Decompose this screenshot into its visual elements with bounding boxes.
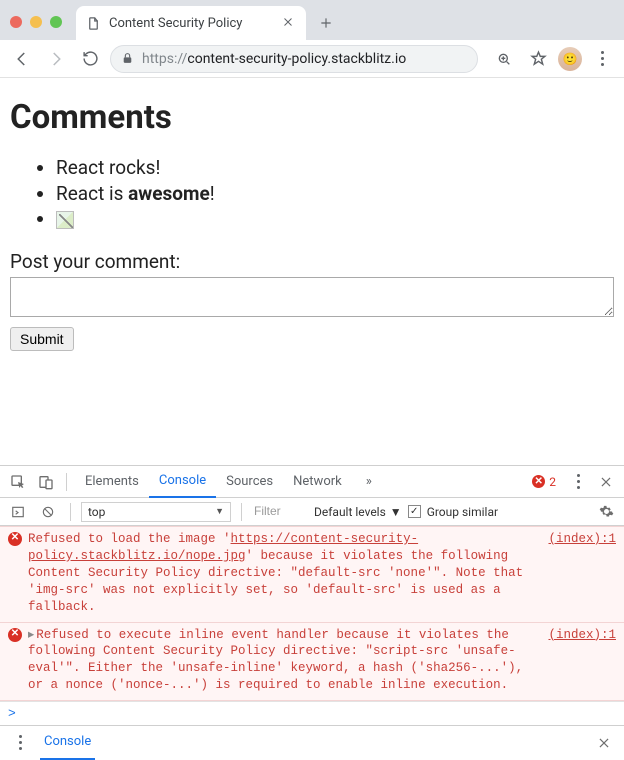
devtools-tab-network[interactable]: Network — [283, 466, 352, 498]
context-selector[interactable]: top ▼ — [81, 502, 231, 522]
menu-button[interactable] — [588, 45, 616, 73]
address-bar[interactable]: https://content-security-policy.stackbli… — [110, 45, 478, 73]
browser-tab[interactable]: Content Security Policy — [76, 6, 306, 40]
group-similar-checkbox[interactable]: ✓ — [408, 505, 421, 518]
comment-form-label: Post your comment: — [10, 250, 614, 273]
drawer-console-tab[interactable]: Console — [40, 726, 95, 760]
console-messages: ✕ Refused to load the image 'https://cont… — [0, 526, 624, 701]
devtools-tab-console[interactable]: Console — [149, 466, 216, 498]
comments-list: React rocks!React is awesome! — [10, 155, 614, 232]
browser-chrome: Content Security Policy https://content-… — [0, 0, 624, 78]
close-window-button[interactable] — [10, 16, 22, 28]
console-prompt[interactable]: > — [0, 701, 624, 725]
reload-button[interactable] — [76, 45, 104, 73]
devtools-close-button[interactable] — [594, 470, 618, 494]
log-levels-selector[interactable]: Default levels ▼ — [314, 505, 402, 519]
console-toolbar: top ▼ Default levels ▼ ✓ Group similar — [0, 498, 624, 526]
drawer-menu-button[interactable] — [8, 731, 32, 755]
comment-item: React is awesome! — [56, 181, 614, 207]
devtools-menu-button[interactable] — [566, 470, 590, 494]
error-counter[interactable]: ✕ 2 — [532, 475, 556, 489]
message-source-link[interactable]: (index):1 — [548, 627, 616, 695]
kebab-icon — [601, 51, 604, 66]
kebab-icon — [19, 735, 22, 750]
clear-console-icon[interactable] — [36, 500, 60, 524]
separator — [66, 473, 67, 491]
separator — [241, 503, 242, 521]
console-settings-icon[interactable] — [594, 500, 618, 524]
console-sidebar-toggle-icon[interactable] — [6, 500, 30, 524]
console-error-message[interactable]: ✕ Refused to load the image 'https://cont… — [0, 526, 624, 622]
page-icon — [86, 16, 101, 31]
console-filter-input[interactable] — [252, 502, 308, 522]
tab-strip: Content Security Policy — [0, 0, 624, 40]
error-count: 2 — [549, 475, 556, 489]
lock-icon — [121, 52, 134, 65]
group-similar-label: Group similar — [427, 505, 498, 519]
expand-arrow-icon: ▸ — [28, 628, 34, 642]
minimize-window-button[interactable] — [30, 16, 42, 28]
devtools-tab-sources[interactable]: Sources — [216, 466, 283, 498]
devtools-tabbar: ElementsConsoleSourcesNetwork » ✕ 2 — [0, 466, 624, 498]
chevron-down-icon: ▼ — [215, 506, 224, 517]
close-tab-icon[interactable] — [282, 16, 296, 30]
kebab-icon — [577, 474, 580, 489]
broken-image-icon — [56, 211, 74, 229]
devtools-tabs: ElementsConsoleSourcesNetwork — [75, 466, 352, 498]
error-icon: ✕ — [8, 628, 22, 642]
spacer — [0, 351, 624, 465]
bookmark-icon[interactable] — [524, 45, 552, 73]
back-button[interactable] — [8, 45, 36, 73]
error-icon: ✕ — [532, 475, 545, 488]
separator — [70, 503, 71, 521]
url-text: https://content-security-policy.stackbli… — [142, 51, 406, 67]
fullscreen-window-button[interactable] — [50, 16, 62, 28]
inspect-element-icon[interactable] — [6, 470, 30, 494]
new-tab-button[interactable] — [312, 9, 340, 37]
profile-avatar[interactable]: 🙂 — [558, 47, 582, 71]
context-value: top — [88, 505, 105, 519]
devtools-more-tabs[interactable]: » — [356, 466, 382, 498]
window-controls — [10, 16, 62, 28]
forward-button[interactable] — [42, 45, 70, 73]
page-heading: Comments — [10, 98, 614, 137]
message-text: Refused to load the image 'https://conte… — [28, 531, 534, 615]
tab-title: Content Security Policy — [109, 16, 274, 31]
devtools: ElementsConsoleSourcesNetwork » ✕ 2 top … — [0, 465, 624, 759]
comment-item: React rocks! — [56, 155, 614, 181]
devtools-tab-elements[interactable]: Elements — [75, 466, 149, 498]
drawer-close-button[interactable] — [592, 731, 616, 755]
toolbar-right: 🙂 — [490, 45, 616, 73]
comment-input[interactable] — [10, 277, 614, 317]
error-icon: ✕ — [8, 532, 22, 546]
zoom-icon[interactable] — [490, 45, 518, 73]
comment-item-broken-image — [56, 206, 614, 232]
console-error-message[interactable]: ✕ ▸Refused to execute inline event handle… — [0, 623, 624, 702]
submit-button[interactable]: Submit — [10, 327, 74, 351]
page-content: Comments React rocks!React is awesome! P… — [0, 78, 624, 351]
message-text: ▸Refused to execute inline event handler… — [28, 627, 534, 695]
devtools-drawer: Console — [0, 725, 624, 759]
message-source-link[interactable]: (index):1 — [548, 531, 616, 615]
device-toolbar-icon[interactable] — [34, 470, 58, 494]
toolbar: https://content-security-policy.stackbli… — [0, 40, 624, 78]
chevron-down-icon: ▼ — [390, 505, 402, 519]
